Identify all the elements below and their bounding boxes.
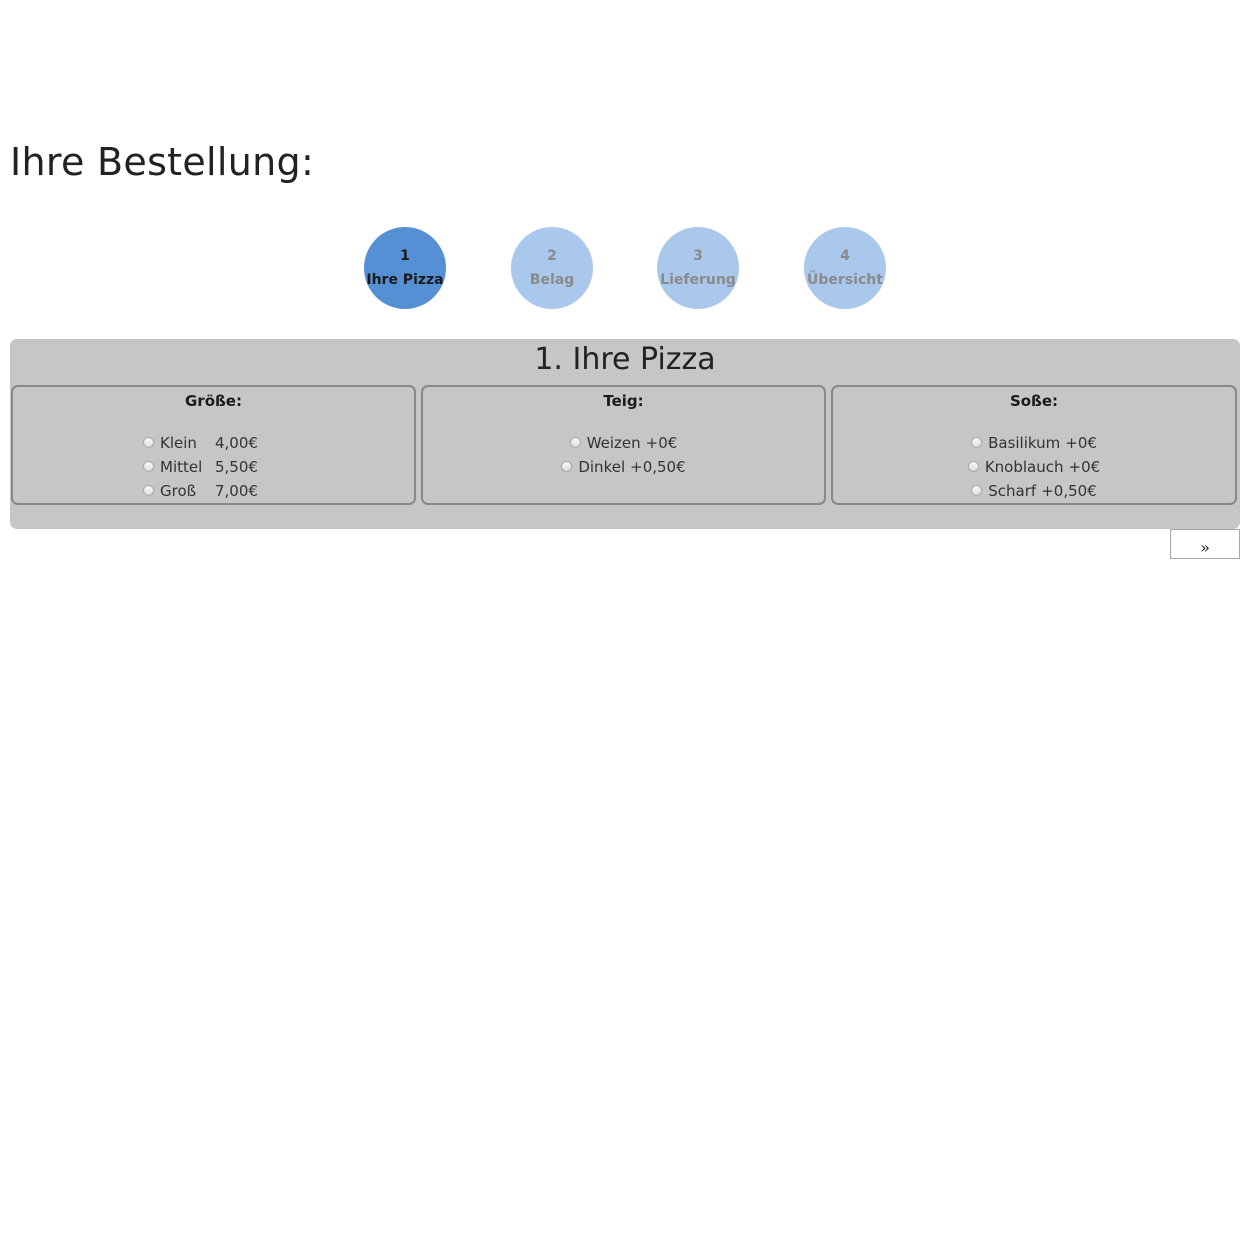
- option-price: 5,50€: [215, 458, 258, 476]
- step-label: Ihre Pizza: [366, 272, 444, 288]
- sauce-option-knoblauch[interactable]: Knoblauch +0€: [967, 455, 1101, 479]
- step-label: Belag: [529, 272, 575, 288]
- dough-group: Teig: Weizen +0€ Dinkel +0,50€: [421, 385, 826, 505]
- radio-button[interactable]: [569, 436, 581, 448]
- option-price: 4,00€: [215, 434, 258, 452]
- step-label: Übersicht: [807, 272, 883, 288]
- group-title: Soße:: [1009, 392, 1059, 410]
- option-price: +0€: [645, 434, 678, 452]
- radio-button[interactable]: [143, 484, 154, 496]
- option-name: Basilikum: [988, 434, 1061, 452]
- option-price: 7,00€: [215, 482, 258, 500]
- next-button[interactable]: »: [1170, 529, 1240, 559]
- sauce-option-scharf[interactable]: Scharf +0,50€: [971, 479, 1097, 503]
- page-title: Ihre Bestellung:: [10, 140, 315, 184]
- option-name: Mittel: [160, 458, 203, 476]
- step-label: Lieferung: [660, 272, 736, 288]
- group-title: Teig:: [603, 392, 644, 410]
- step-belag[interactable]: 2 Belag: [511, 227, 593, 309]
- option-price: +0,50€: [630, 458, 686, 476]
- option-name: Knoblauch: [984, 458, 1064, 476]
- option-name: Scharf: [988, 482, 1037, 500]
- step-number: 3: [693, 248, 703, 264]
- sauce-option-basilikum[interactable]: Basilikum +0€: [971, 431, 1097, 455]
- radio-button[interactable]: [143, 460, 154, 472]
- option-price: +0,50€: [1041, 482, 1097, 500]
- step-uebersicht[interactable]: 4 Übersicht: [804, 227, 886, 309]
- option-name: Groß: [160, 482, 197, 500]
- step-number: 4: [840, 248, 850, 264]
- option-name: Dinkel: [578, 458, 626, 476]
- sauce-group: Soße: Basilikum +0€ Knoblauch +0€ Scharf…: [831, 385, 1237, 505]
- dough-option-weizen[interactable]: Weizen +0€: [569, 431, 678, 455]
- step-ihre-pizza[interactable]: 1 Ihre Pizza: [364, 227, 446, 309]
- step-progress: 1 Ihre Pizza 2 Belag 3 Lieferung 4 Übers…: [0, 227, 1250, 309]
- page: Ihre Bestellung: 1 Ihre Pizza 2 Belag 3 …: [0, 0, 1250, 1250]
- panel-title: 1. Ihre Pizza: [534, 342, 716, 377]
- size-option-mittel[interactable]: Mittel 5,50€: [143, 455, 258, 479]
- radio-button[interactable]: [971, 436, 983, 448]
- sauce-options: Basilikum +0€ Knoblauch +0€ Scharf +0,50…: [833, 431, 1235, 503]
- radio-button[interactable]: [967, 460, 979, 472]
- step-lieferung[interactable]: 3 Lieferung: [657, 227, 739, 309]
- option-price: +0€: [1065, 434, 1097, 452]
- radio-button[interactable]: [143, 436, 154, 448]
- step-number: 2: [547, 248, 557, 264]
- pizza-config-panel: 1. Ihre Pizza Größe: Klein 4,00€ Mittel …: [10, 339, 1240, 529]
- option-name: Klein: [160, 434, 197, 452]
- size-group: Größe: Klein 4,00€ Mittel 5,50€ Groß 7,0…: [11, 385, 416, 505]
- size-options: Klein 4,00€ Mittel 5,50€ Groß 7,00€: [13, 431, 414, 503]
- dough-option-dinkel[interactable]: Dinkel +0,50€: [561, 455, 686, 479]
- option-name: Weizen: [586, 434, 641, 452]
- group-title: Größe:: [185, 392, 242, 410]
- option-price: +0€: [1068, 458, 1101, 476]
- dough-options: Weizen +0€ Dinkel +0,50€: [423, 431, 824, 479]
- size-option-gross[interactable]: Groß 7,00€: [143, 479, 258, 503]
- radio-button[interactable]: [561, 460, 573, 472]
- radio-button[interactable]: [971, 484, 983, 496]
- step-number: 1: [400, 248, 410, 264]
- size-option-klein[interactable]: Klein 4,00€: [143, 431, 258, 455]
